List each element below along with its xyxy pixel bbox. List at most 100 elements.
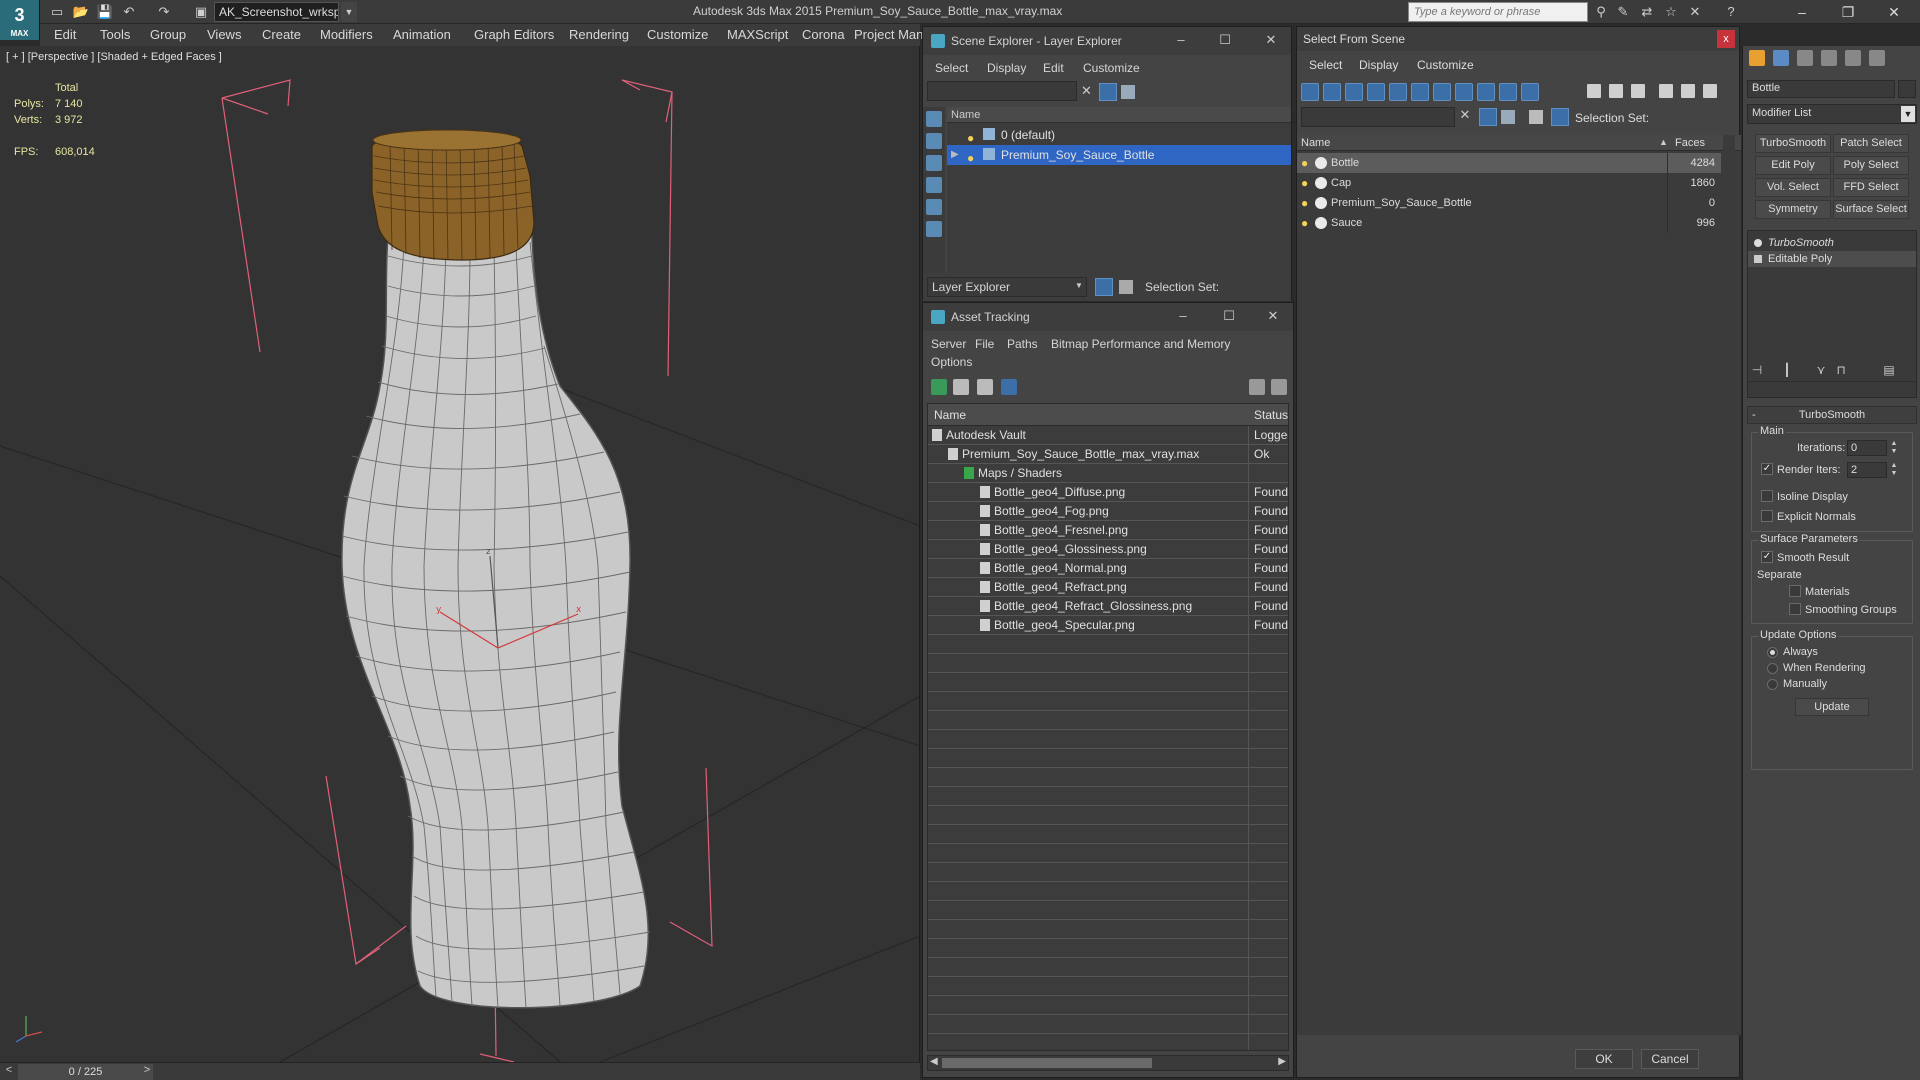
sfs-menu-select[interactable]: Select [1309,58,1342,72]
display-bones-icon[interactable] [1477,83,1495,101]
asset-row[interactable]: Autodesk Vault Logged [928,426,1288,445]
perspective-viewport[interactable]: z y x [ + ] [Perspective ] [Shaded + Edg… [0,46,920,1062]
minimize-icon[interactable]: – [1780,0,1824,24]
settings-icon[interactable] [1271,379,1287,395]
asset-row[interactable]: Bottle_geo4_Refract_Glossiness.png Found [928,597,1288,616]
select-from-scene-titlebar[interactable]: Select From Scene x [1297,27,1739,51]
list-view-icon[interactable] [953,379,969,395]
save-icon[interactable]: 💾 [96,3,114,21]
minimize-icon[interactable]: – [1173,308,1193,326]
asset-tracking-titlebar[interactable]: Asset Tracking – ☐ ✕ [923,303,1293,331]
refresh-icon[interactable] [931,379,947,395]
chevron-down-icon[interactable]: ▼ [341,2,357,22]
menu-tools[interactable]: Tools [100,27,130,42]
chevron-down-icon[interactable]: ▼ [1901,106,1915,122]
bottle-mesh[interactable] [341,129,651,1009]
restore-icon[interactable]: ❐ [1826,0,1870,24]
select-none-icon[interactable] [1609,84,1623,98]
column-status[interactable]: Status [1254,408,1288,422]
smooth-result-checkbox[interactable]: ✓ [1761,551,1773,563]
column-faces[interactable]: Faces [1675,137,1705,149]
layer-row-selected[interactable]: ▶ ● Premium_Soy_Sauce_Bottle [947,145,1291,165]
remove-modifier-icon[interactable]: ⊓ [1833,363,1849,379]
turbosmooth-button[interactable]: TurboSmooth [1755,134,1831,153]
asset-row[interactable]: Maps / Shaders [928,464,1288,483]
display-lights-icon[interactable] [926,155,942,171]
materials-checkbox[interactable] [1789,585,1801,597]
select-all-icon[interactable] [1587,84,1601,98]
ffd-select-button[interactable]: FFD Select [1833,178,1909,197]
menu-modifiers[interactable]: Modifiers [320,27,373,42]
scroll-right-icon[interactable]: ▶ [1278,1056,1286,1067]
menu-create[interactable]: Create [262,27,301,42]
viewport-label[interactable]: [ + ] [Perspective ] [Shaded + Edged Fac… [6,51,222,63]
hierarchy-tab-icon[interactable] [1797,50,1813,66]
layer-tool-icon[interactable] [1501,110,1515,124]
lightbulb-icon[interactable]: ● [1301,153,1308,173]
poly-select-button[interactable]: Poly Select [1833,156,1909,175]
close-icon[interactable]: ✕ [1263,308,1283,326]
render-iters-spinner[interactable]: 2 [1847,462,1887,478]
sort-arrow-icon[interactable]: ▲ [1659,137,1668,147]
hierarchy-mode-icon[interactable] [1119,280,1133,294]
render-iters-checkbox[interactable]: ✓ [1761,463,1773,475]
spinner-arrows-icon[interactable]: ▲ ▼ [1889,440,1899,456]
select-invert-icon[interactable] [1631,84,1645,98]
cancel-button[interactable]: Cancel [1641,1049,1699,1069]
display-frozen-icon[interactable] [1521,83,1539,101]
stack-item[interactable]: TurboSmooth [1748,235,1916,251]
symmetry-button[interactable]: Symmetry [1755,200,1831,219]
asset-row[interactable]: Bottle_geo4_Specular.png Found [928,616,1288,635]
menu-corona[interactable]: Corona [802,27,845,42]
always-radio[interactable] [1767,647,1778,658]
tools-icon[interactable]: ✎ [1614,3,1632,21]
display-geometry-icon[interactable] [1301,83,1319,101]
motion-tab-icon[interactable] [1821,50,1837,66]
ok-button[interactable]: OK [1575,1049,1633,1069]
manually-radio[interactable] [1767,679,1778,690]
lightbulb-icon[interactable]: ● [1301,213,1308,233]
sfs-menu-display[interactable]: Display [1359,58,1398,72]
asset-row[interactable]: Bottle_geo4_Fresnel.png Found [928,521,1288,540]
edit-poly-button[interactable]: Edit Poly [1755,156,1831,175]
exchange-icon[interactable]: ⇄ [1638,3,1656,21]
display-shapes-icon[interactable] [926,133,942,149]
scene-explorer-titlebar[interactable]: Scene Explorer - Layer Explorer – ☐ ✕ [923,27,1291,55]
redo-icon[interactable]: ↷ [155,3,173,21]
se-menu-edit[interactable]: Edit [1043,61,1064,75]
collapse-icon[interactable]: - [1752,407,1756,423]
object-color-swatch[interactable] [1898,80,1916,98]
display-cameras-icon[interactable] [1367,83,1385,101]
workspace-select[interactable]: AK_Screenshot_wrksp [214,2,339,22]
layers-mode-icon[interactable] [1529,110,1543,124]
close-button[interactable]: x [1717,30,1735,48]
display-spacewarps-icon[interactable] [1411,83,1429,101]
object-row[interactable]: ● Sauce 996 [1297,213,1721,233]
vertical-scrollbar[interactable] [1723,135,1735,1035]
isoline-display-checkbox[interactable] [1761,490,1773,502]
display-spacewarps-icon[interactable] [926,221,942,237]
at-menu-file[interactable]: File [975,337,994,351]
display-geometry-icon[interactable] [926,111,942,127]
expand-arrow-icon[interactable]: ▶ [951,145,959,165]
maximize-icon[interactable]: ☐ [1215,32,1235,50]
update-button[interactable]: Update [1795,698,1869,716]
explorer-mode-select[interactable]: Layer Explorer [927,277,1087,297]
column-name[interactable]: Name [1301,137,1330,149]
explicit-normals-checkbox[interactable] [1761,510,1773,522]
lightbulb-icon[interactable] [1754,239,1762,247]
lightbulb-icon[interactable]: ● [967,148,974,168]
close-icon[interactable]: ✕ [1872,0,1916,24]
scroll-left-icon[interactable]: ◀ [930,1056,938,1067]
iterations-spinner[interactable]: 0 [1847,440,1887,456]
search-input[interactable]: Type a keyword or phrase [1408,2,1588,22]
patch-select-button[interactable]: Patch Select [1833,134,1909,153]
help-icon[interactable]: ? [1722,3,1740,21]
thumbnail-view-icon[interactable] [977,379,993,395]
app-logo[interactable]: 3 MAX [0,0,40,40]
menu-graph-editors[interactable]: Graph Editors [474,27,554,42]
list-options-icon[interactable] [1703,84,1717,98]
column-name[interactable]: Name [934,408,966,422]
at-menu-server[interactable]: Server [931,337,966,351]
object-row[interactable]: ● Bottle 4284 [1297,153,1721,173]
